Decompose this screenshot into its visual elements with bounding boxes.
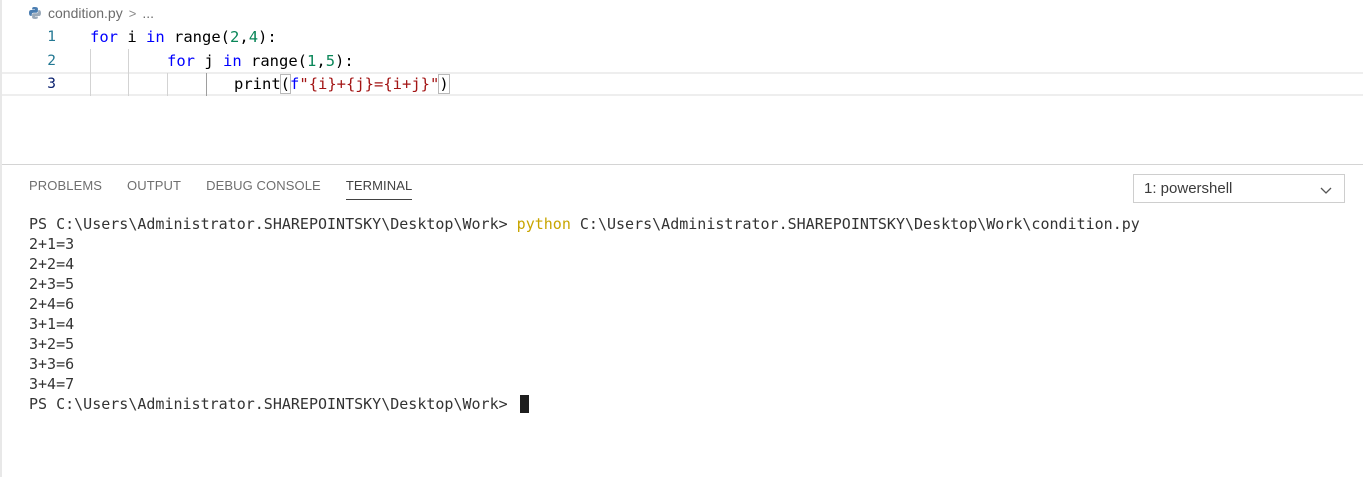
terminal-output-line: 3+2=5 [29, 335, 75, 353]
terminal-output-line: 2+4=6 [29, 295, 75, 313]
breadcrumb: condition.py > ... [28, 2, 154, 24]
code-line-2[interactable]: 2 for j in range(1,5): [2, 49, 1363, 72]
chevron-right-icon: > [128, 5, 137, 21]
code-text: print(f"{i}+{j}={i+j}") [234, 74, 450, 94]
terminal-prompt: PS C:\Users\Administrator.SHAREPOINTSKY\… [29, 215, 517, 233]
terminal-command: python [516, 215, 571, 233]
breadcrumb-file[interactable]: condition.py [48, 5, 123, 21]
tab-terminal[interactable]: TERMINAL [345, 178, 413, 200]
tab-output[interactable]: OUTPUT [127, 178, 181, 200]
indent-guide [167, 73, 168, 96]
line-number: 2 [47, 52, 56, 69]
code-text: for j in range(1,5): [167, 51, 354, 70]
terminal-output-line: 2+2=4 [29, 255, 75, 273]
terminal-output-line: 3+3=6 [29, 355, 75, 373]
terminal-output-line: 2+1=3 [29, 235, 75, 253]
indent-guide [90, 49, 91, 96]
indent-guide [128, 49, 129, 96]
terminal-command-line: PS C:\Users\Administrator.SHAREPOINTSKY\… [29, 214, 1140, 234]
terminal-output-line: 2+3=5 [29, 275, 75, 293]
terminal-output-line: 3+1=4 [29, 315, 75, 333]
tab-debug-console[interactable]: DEBUG CONSOLE [206, 178, 321, 200]
terminal-cursor [519, 395, 529, 413]
python-file-icon [28, 6, 42, 20]
code-editor[interactable]: 1 for i in range(2,4): 2 for j in range(… [2, 25, 1363, 135]
code-text: for i in range(2,4): [90, 27, 277, 46]
terminal-shell-select[interactable]: 1: powershell [1133, 174, 1345, 203]
terminal-output[interactable]: PS C:\Users\Administrator.SHAREPOINTSKY\… [29, 214, 1140, 414]
vscode-window: condition.py > ... 1 for i in range(2,4)… [0, 0, 1363, 477]
line-number: 3 [47, 76, 56, 92]
indent-guide-active [206, 73, 207, 96]
breadcrumb-more[interactable]: ... [142, 5, 154, 21]
panel-divider[interactable] [2, 164, 1363, 165]
terminal-output-line: 3+4=7 [29, 375, 75, 393]
terminal-command-arg: C:\Users\Administrator.SHAREPOINTSKY\Des… [570, 215, 1140, 233]
panel-tabs: PROBLEMS OUTPUT DEBUG CONSOLE TERMINAL [29, 178, 413, 200]
tab-problems[interactable]: PROBLEMS [29, 178, 102, 200]
line-number: 1 [47, 28, 56, 45]
shell-select-value: 1: powershell [1144, 180, 1233, 197]
terminal-final-prompt-line: PS C:\Users\Administrator.SHAREPOINTSKY\… [29, 394, 1140, 414]
chevron-down-icon [1320, 183, 1332, 194]
code-line-1[interactable]: 1 for i in range(2,4): [2, 25, 1363, 48]
terminal-prompt: PS C:\Users\Administrator.SHAREPOINTSKY\… [29, 395, 517, 413]
